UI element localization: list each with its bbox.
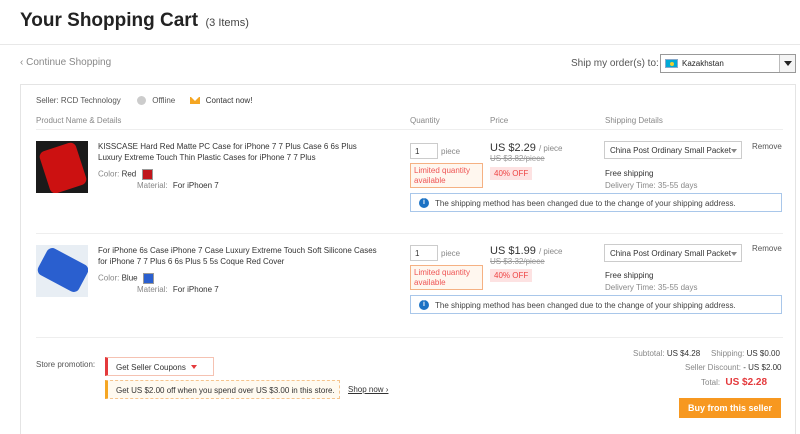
material-value: For iPhone 7 — [172, 285, 219, 294]
shipping-total-value: US $0.00 — [746, 349, 780, 358]
divider — [36, 337, 783, 338]
price-unit: / piece — [538, 247, 563, 256]
divider — [36, 129, 783, 130]
continue-shopping-link[interactable]: ‹ Continue Shopping — [20, 57, 111, 68]
info-icon: i — [419, 300, 429, 310]
column-header-product: Product Name & Details — [36, 116, 122, 125]
product-thumbnail[interactable] — [36, 141, 88, 193]
color-value: Blue — [121, 273, 138, 283]
total-row: Total: US $2.28 — [701, 377, 767, 388]
original-price: US $3.32/piece — [490, 257, 545, 266]
get-coupons-button[interactable]: Get Seller Coupons — [105, 357, 214, 376]
seller-discount-label: Seller Discount: — [685, 363, 742, 372]
delivery-time: Delivery Time: 35-55 days — [605, 283, 698, 292]
color-label: Color: — [98, 169, 120, 179]
page-title: Your Shopping Cart — [20, 10, 199, 31]
cart-item: For iPhone 6s Case iPhone 7 Case Luxury … — [36, 244, 783, 315]
store-panel: Seller: RCD Technology Offline Contact n… — [20, 84, 796, 434]
item-price: US $2.29 / piece — [490, 142, 563, 154]
caret-down-icon — [191, 365, 197, 369]
coupon-button-label: Get Seller Coupons — [116, 363, 186, 372]
price-value: US $1.99 — [490, 245, 536, 257]
limited-quantity-badge: Limited quantity available — [410, 265, 483, 290]
quantity-unit: piece — [441, 249, 461, 258]
column-header-quantity: Quantity — [410, 116, 440, 125]
shipping-notice: i The shipping method has been changed d… — [410, 193, 782, 212]
material-row: Material: For iPhoen 7 — [137, 181, 219, 190]
color-row: Color: Red — [98, 169, 153, 180]
price-value: US $2.29 — [490, 142, 536, 154]
quantity-input[interactable]: 1 — [410, 143, 438, 159]
shipping-notice: i The shipping method has been changed d… — [410, 295, 782, 314]
limited-quantity-badge: Limited quantity available — [410, 163, 483, 188]
seller-discount-value: - US $2.00 — [743, 363, 782, 372]
color-value: Red — [121, 169, 137, 179]
cart-item: KISSCASE Hard Red Matte PC Case for iPho… — [36, 141, 783, 212]
product-name-link[interactable]: KISSCASE Hard Red Matte PC Case for iPho… — [98, 141, 378, 163]
price-unit: / piece — [538, 144, 563, 153]
original-price: US $3.82/piece — [490, 154, 545, 163]
kazakhstan-flag-icon — [665, 59, 678, 68]
item-price: US $1.99 / piece — [490, 245, 563, 257]
shop-now-link[interactable]: Shop now › — [348, 385, 388, 394]
contact-seller-link[interactable]: Contact now! — [206, 96, 253, 105]
discount-badge: 40% OFF — [490, 167, 533, 180]
subtotal-label: Subtotal: — [633, 349, 665, 358]
chevron-down-icon[interactable] — [779, 55, 795, 72]
offline-status-icon — [137, 96, 147, 106]
item-count: (3 Items) — [205, 17, 249, 29]
divider — [0, 44, 800, 45]
discount-badge: 40% OFF — [490, 269, 533, 282]
material-label: Material: — [137, 181, 168, 190]
notice-text: The shipping method has been changed due… — [435, 199, 736, 208]
ship-to-label: Ship my order(s) to: — [571, 58, 659, 69]
country-name: Kazakhstan — [682, 59, 724, 68]
quantity-input[interactable]: 1 — [410, 245, 438, 261]
total-label: Total: — [701, 378, 721, 387]
shipping-cost: Free shipping — [605, 169, 654, 178]
cart-header: Your Shopping Cart (3 Items) — [20, 10, 249, 32]
product-thumbnail[interactable] — [36, 245, 88, 297]
seller-label: Seller: — [36, 96, 59, 106]
coupon-offer: Get US $2.00 off when you spend over US … — [105, 380, 340, 399]
material-row: Material: For iPhone 7 — [137, 285, 219, 294]
seller-discount-row: Seller Discount: - US $2.00 — [685, 363, 782, 372]
color-label: Color: — [98, 273, 120, 283]
seller-row: Seller: RCD Technology Offline Contact n… — [36, 96, 253, 106]
color-swatch — [141, 169, 153, 180]
column-header-shipping: Shipping Details — [605, 116, 663, 125]
total-value: US $2.28 — [725, 377, 768, 388]
subtotal-value: US $4.28 — [666, 349, 701, 358]
notice-text: The shipping method has been changed due… — [435, 301, 736, 310]
quantity-unit: piece — [441, 147, 461, 156]
country-select[interactable]: Kazakhstan — [660, 54, 796, 73]
store-promotion-label: Store promotion: — [36, 360, 96, 369]
remove-item-button[interactable]: Remove — [752, 244, 782, 253]
buy-from-seller-button[interactable]: Buy from this seller — [679, 398, 781, 418]
material-label: Material: — [137, 285, 168, 294]
shipping-cost: Free shipping — [605, 271, 654, 280]
envelope-icon — [189, 97, 200, 105]
product-name-link[interactable]: For iPhone 6s Case iPhone 7 Case Luxury … — [98, 245, 378, 267]
material-value: For iPhoen 7 — [172, 181, 219, 190]
subtotal-row: Subtotal: US $4.28 — [633, 349, 700, 358]
shipping-total-label: Shipping: — [711, 349, 745, 358]
color-swatch — [142, 273, 154, 284]
column-header-price: Price — [490, 116, 509, 125]
shipping-total-row: Shipping: US $0.00 — [711, 349, 780, 358]
divider — [36, 233, 783, 234]
remove-item-button[interactable]: Remove — [752, 142, 782, 151]
delivery-time: Delivery Time: 35-55 days — [605, 181, 698, 190]
color-row: Color: Blue — [98, 273, 154, 284]
seller-status: Offline — [152, 96, 176, 106]
shipping-method-select[interactable]: China Post Ordinary Small Packet — [604, 141, 742, 159]
seller-name[interactable]: RCD Technology — [61, 96, 121, 105]
shipping-method-select[interactable]: China Post Ordinary Small Packet — [604, 244, 742, 262]
info-icon: i — [419, 198, 429, 208]
